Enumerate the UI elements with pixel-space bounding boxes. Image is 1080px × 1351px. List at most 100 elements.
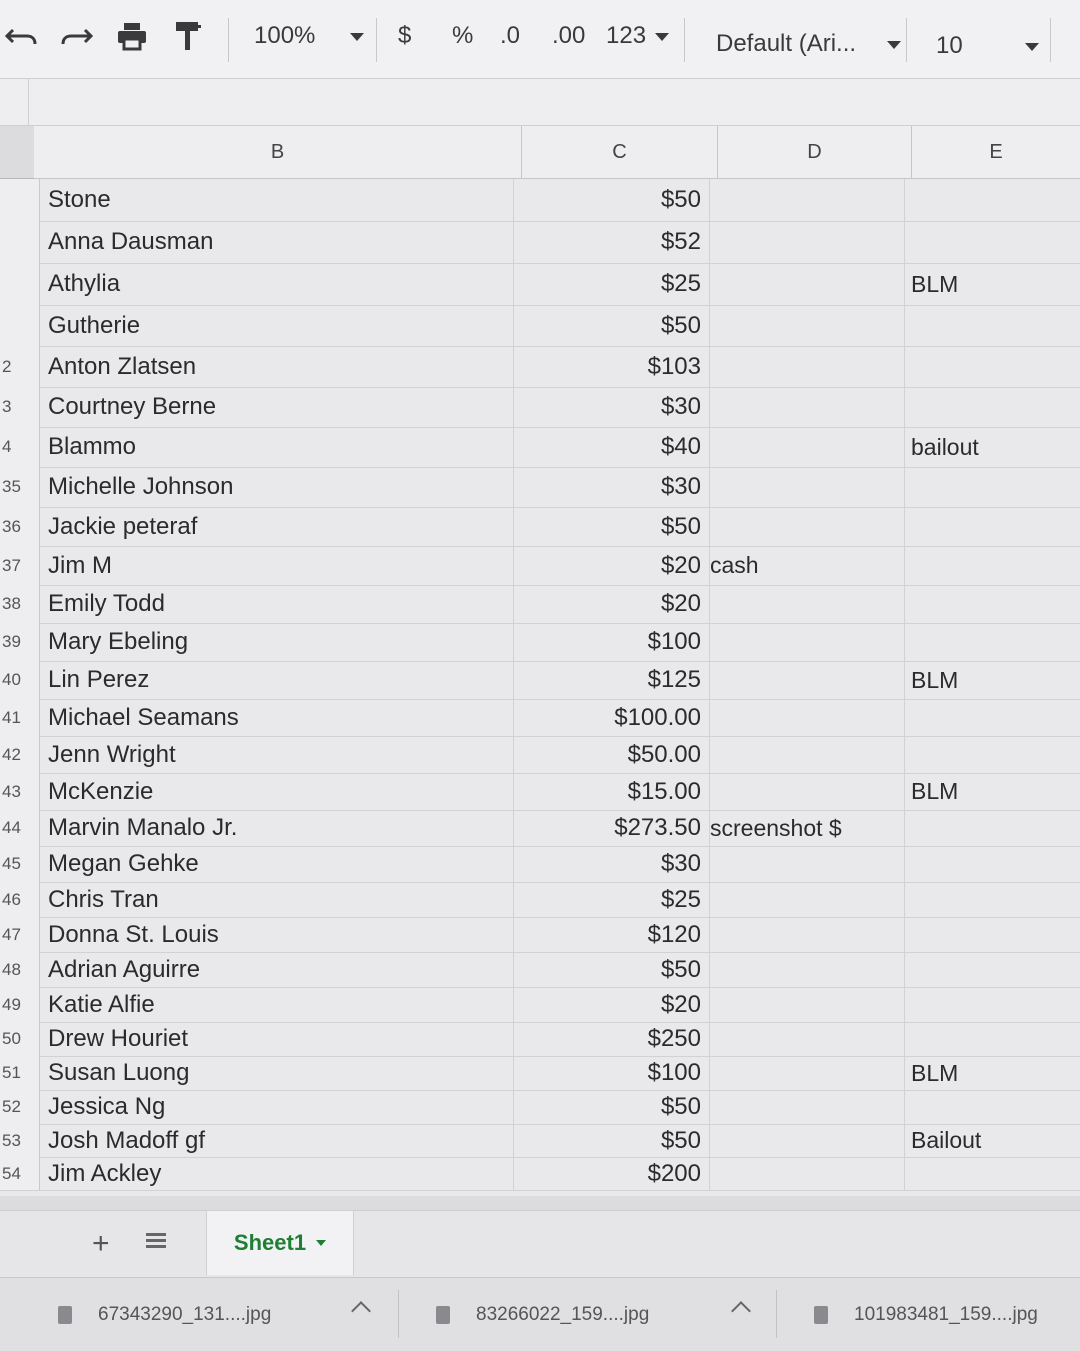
cell-note-d[interactable]	[710, 305, 905, 346]
column-header-b[interactable]: B	[34, 126, 522, 179]
cell-note-e[interactable]	[905, 952, 1080, 987]
download-item[interactable]: 67343290_131....jpg	[58, 1278, 271, 1351]
cell-note-d[interactable]	[710, 1157, 905, 1190]
cell-amount[interactable]: $273.50	[514, 810, 710, 846]
column-header-c[interactable]: C	[522, 126, 718, 179]
cell-note-e[interactable]: Bailout	[905, 1124, 1080, 1157]
cell-amount[interactable]: $30	[514, 846, 710, 882]
cell-note-e[interactable]	[905, 846, 1080, 882]
formula-bar[interactable]	[0, 79, 1080, 126]
cell-note-e[interactable]	[905, 882, 1080, 917]
row-number[interactable]	[0, 179, 40, 221]
row-number[interactable]	[0, 263, 40, 305]
cell-note-e[interactable]	[905, 1090, 1080, 1124]
cell-note-e[interactable]	[905, 221, 1080, 263]
redo-icon[interactable]	[58, 18, 94, 54]
cell-note-d[interactable]	[710, 882, 905, 917]
cell-note-d[interactable]	[710, 387, 905, 427]
font-select[interactable]: Default (Ari...	[716, 30, 901, 58]
row-number[interactable]: 49	[0, 987, 40, 1022]
cell-note-d[interactable]	[710, 346, 905, 387]
cell-note-d[interactable]	[710, 507, 905, 546]
cell-note-d[interactable]	[710, 427, 905, 467]
cell-note-d[interactable]	[710, 221, 905, 263]
download-item[interactable]: 83266022_159....jpg	[436, 1278, 649, 1351]
row-number[interactable]: 53	[0, 1124, 40, 1157]
chevron-down-icon[interactable]	[316, 1240, 327, 1246]
cell-note-e[interactable]	[905, 987, 1080, 1022]
cell-amount[interactable]: $100.00	[514, 699, 710, 736]
cell-name[interactable]: Mary Ebeling	[44, 623, 514, 661]
cell-note-e[interactable]	[905, 467, 1080, 507]
cell-amount[interactable]: $100	[514, 623, 710, 661]
cell-note-e[interactable]	[905, 305, 1080, 346]
cell-amount[interactable]: $103	[514, 346, 710, 387]
cell-name[interactable]: Donna St. Louis	[44, 917, 514, 952]
cell-note-e[interactable]	[905, 507, 1080, 546]
cell-name[interactable]: Stone	[44, 179, 514, 221]
row-number[interactable]: 42	[0, 736, 40, 773]
cell-note-e[interactable]	[905, 1022, 1080, 1056]
cell-amount[interactable]: $25	[514, 263, 710, 305]
cell-amount[interactable]: $50	[514, 305, 710, 346]
more-formats-select[interactable]: 123	[606, 22, 669, 50]
cell-amount[interactable]: $50	[514, 1124, 710, 1157]
paint-format-icon[interactable]	[170, 18, 206, 54]
cell-note-e[interactable]: BLM	[905, 1056, 1080, 1090]
cell-name[interactable]: Gutherie	[44, 305, 514, 346]
cell-note-d[interactable]	[710, 773, 905, 810]
cell-note-e[interactable]	[905, 917, 1080, 952]
format-currency-button[interactable]: $	[398, 22, 411, 50]
cell-note-d[interactable]	[710, 987, 905, 1022]
cell-amount[interactable]: $30	[514, 467, 710, 507]
row-number[interactable]: 40	[0, 661, 40, 699]
cell-name[interactable]: Jessica Ng	[44, 1090, 514, 1124]
cell-amount[interactable]: $25	[514, 882, 710, 917]
cell-amount[interactable]: $20	[514, 546, 710, 585]
cell-note-d[interactable]	[710, 179, 905, 221]
row-number[interactable]: 50	[0, 1022, 40, 1056]
cell-note-e[interactable]: bailout	[905, 427, 1080, 467]
cell-amount[interactable]: $50	[514, 179, 710, 221]
cell-name[interactable]: Megan Gehke	[44, 846, 514, 882]
cell-name[interactable]: Blammo	[44, 427, 514, 467]
cell-amount[interactable]: $125	[514, 661, 710, 699]
cell-name[interactable]: Michael Seamans	[44, 699, 514, 736]
cell-note-d[interactable]	[710, 736, 905, 773]
cell-name[interactable]: Susan Luong	[44, 1056, 514, 1090]
row-number[interactable]: 3	[0, 387, 40, 427]
cell-name[interactable]: Jenn Wright	[44, 736, 514, 773]
cell-amount[interactable]: $52	[514, 221, 710, 263]
horizontal-scrollbar[interactable]	[0, 1196, 1080, 1210]
cell-name[interactable]: Jackie peteraf	[44, 507, 514, 546]
cell-name[interactable]: Emily Todd	[44, 585, 514, 623]
cell-name[interactable]: Jim Ackley	[44, 1157, 514, 1190]
cell-amount[interactable]: $20	[514, 987, 710, 1022]
row-number[interactable]	[0, 221, 40, 263]
cell-amount[interactable]: $40	[514, 427, 710, 467]
cell-amount[interactable]: $50.00	[514, 736, 710, 773]
row-number[interactable]: 41	[0, 699, 40, 736]
select-all-corner[interactable]	[0, 126, 37, 181]
cell-amount[interactable]: $120	[514, 917, 710, 952]
cell-note-e[interactable]	[905, 585, 1080, 623]
chevron-up-icon[interactable]	[351, 1301, 371, 1321]
row-number[interactable]: 4	[0, 427, 40, 467]
cell-note-e[interactable]	[905, 623, 1080, 661]
cell-note-d[interactable]	[710, 467, 905, 507]
cell-note-e[interactable]: BLM	[905, 773, 1080, 810]
cell-note-d[interactable]	[710, 1124, 905, 1157]
format-percent-button[interactable]: %	[452, 22, 473, 50]
cell-amount[interactable]: $100	[514, 1056, 710, 1090]
cell-note-e[interactable]	[905, 736, 1080, 773]
cell-name[interactable]: Chris Tran	[44, 882, 514, 917]
cell-note-e[interactable]	[905, 346, 1080, 387]
row-number[interactable]: 36	[0, 507, 40, 546]
row-number[interactable]: 54	[0, 1157, 40, 1190]
cell-name[interactable]: Anna Dausman	[44, 221, 514, 263]
undo-icon[interactable]	[4, 18, 40, 54]
cell-note-d[interactable]	[710, 1022, 905, 1056]
cell-note-e[interactable]	[905, 546, 1080, 585]
cell-note-e[interactable]	[905, 1157, 1080, 1190]
cell-note-e[interactable]: BLM	[905, 661, 1080, 699]
